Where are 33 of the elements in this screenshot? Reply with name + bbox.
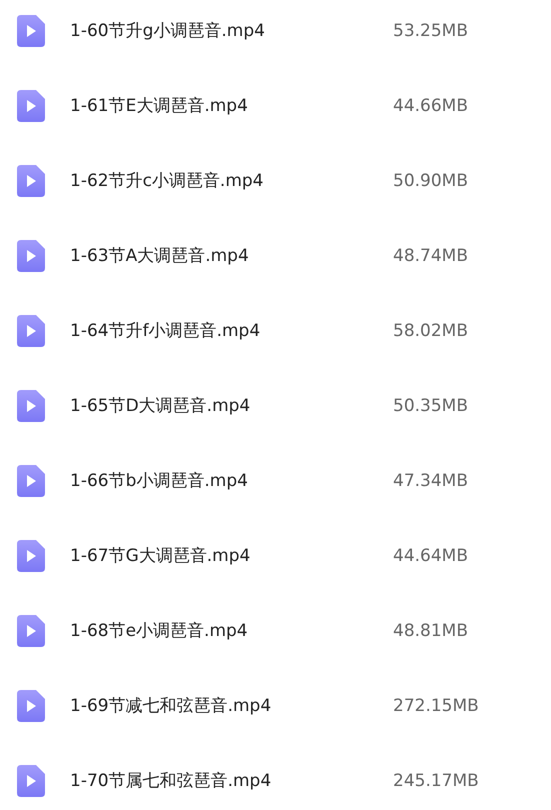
file-size: 48.74MB [393, 245, 468, 268]
file-size: 245.17MB [393, 770, 479, 793]
file-name[interactable]: 1-62节升c小调琶音.mp4 [70, 165, 390, 197]
video-file-icon [17, 615, 45, 647]
file-name[interactable]: 1-68节e小调琶音.mp4 [70, 615, 390, 647]
file-size: 58.02MB [393, 320, 468, 343]
video-file-icon [17, 15, 45, 47]
file-size: 47.34MB [393, 470, 468, 493]
file-size: 50.35MB [393, 395, 468, 418]
file-name[interactable]: 1-63节A大调琶音.mp4 [70, 240, 390, 272]
file-name[interactable]: 1-65节D大调琶音.mp4 [70, 390, 390, 422]
file-name[interactable]: 1-60节升g小调琶音.mp4 [70, 15, 390, 47]
file-name[interactable]: 1-67节G大调琶音.mp4 [70, 540, 390, 572]
video-file-icon [17, 165, 45, 197]
file-size: 44.66MB [393, 95, 468, 118]
file-name[interactable]: 1-64节升f小调琶音.mp4 [70, 315, 390, 347]
file-name[interactable]: 1-61节E大调琶音.mp4 [70, 90, 390, 122]
video-file-icon [17, 90, 45, 122]
file-name[interactable]: 1-66节b小调琶音.mp4 [70, 465, 390, 497]
video-file-icon [17, 690, 45, 722]
file-size: 272.15MB [393, 695, 479, 718]
file-size: 48.81MB [393, 620, 468, 643]
video-file-icon [17, 765, 45, 797]
file-name[interactable]: 1-69节减七和弦琶音.mp4 [70, 690, 390, 722]
file-size: 50.90MB [393, 170, 468, 193]
file-name[interactable]: 1-70节属七和弦琶音.mp4 [70, 765, 390, 797]
file-size: 44.64MB [393, 545, 468, 568]
file-size: 53.25MB [393, 20, 468, 43]
video-file-icon [17, 540, 45, 572]
video-file-icon [17, 465, 45, 497]
video-file-icon [17, 315, 45, 347]
video-file-icon [17, 240, 45, 272]
video-file-icon [17, 390, 45, 422]
